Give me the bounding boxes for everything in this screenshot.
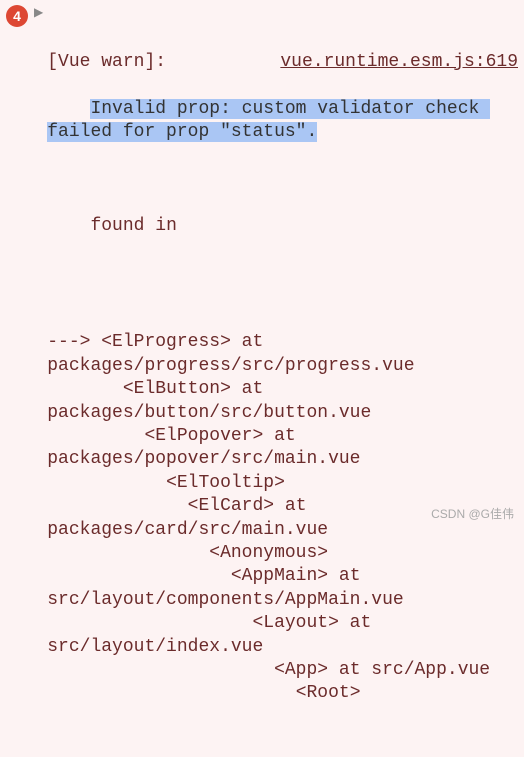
error-count-badge: 4 [6, 5, 28, 27]
trace-line: <Root> [47, 682, 518, 705]
warn-prefix: [Vue warn]: [47, 51, 166, 74]
trace-line: <Anonymous> [47, 542, 518, 565]
found-in-label: found in [90, 216, 176, 236]
trace-line: <ElPopover> at packages/popover/src/main… [47, 425, 518, 472]
trace-line: <AppMain> at src/layout/components/AppMa… [47, 565, 518, 612]
trace-line: <Layout> at src/layout/index.vue [47, 612, 518, 659]
trace-line: <ElButton> at packages/button/src/button… [47, 378, 518, 425]
error-message-highlight[interactable]: Invalid prop: custom validator check fai… [47, 99, 490, 142]
source-link[interactable]: vue.runtime.esm.js:619 [280, 51, 518, 74]
expand-arrow-icon[interactable]: ▶ [34, 6, 43, 22]
trace-line: <App> at src/App.vue [47, 659, 518, 682]
watermark: CSDN @G佳伟 [431, 507, 514, 523]
trace-line: ---> <ElProgress> at packages/progress/s… [47, 331, 518, 378]
console-message[interactable]: [Vue warn]: vue.runtime.esm.js:619 Inval… [47, 4, 518, 753]
console-error-row: 4 ▶ [Vue warn]: vue.runtime.esm.js:619 I… [0, 0, 524, 757]
trace-line: <ElTooltip> [47, 472, 518, 495]
